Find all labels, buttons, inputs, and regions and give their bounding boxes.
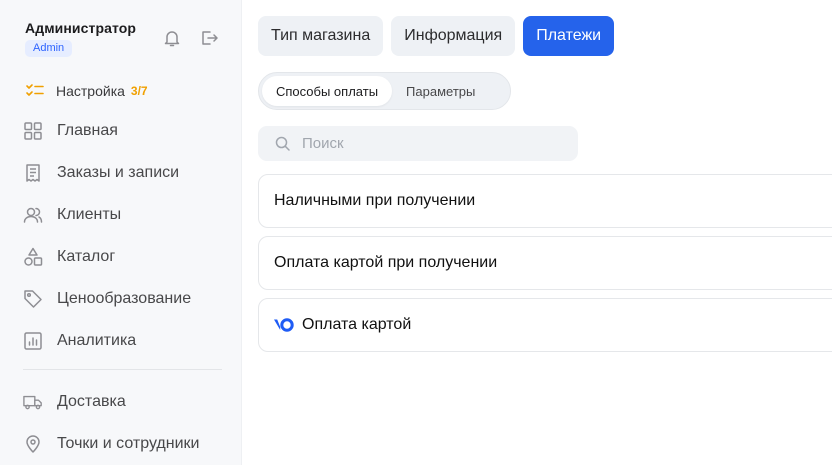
- tab-information[interactable]: Информация: [391, 16, 516, 56]
- sidebar-item-label: Заказы и записи: [57, 164, 180, 181]
- grid-icon: [23, 121, 43, 141]
- sidebar-item-label: Каталог: [57, 248, 116, 265]
- segment-parameters[interactable]: Параметры: [392, 76, 489, 106]
- setup-label: Настройка: [56, 83, 125, 99]
- tab-payments[interactable]: Платежи: [523, 16, 615, 56]
- search-input[interactable]: [302, 135, 562, 152]
- search-icon: [275, 136, 290, 151]
- sidebar-item-locations[interactable]: Точки и сотрудники: [23, 432, 199, 456]
- payment-method-label: Оплата картой при получении: [274, 254, 498, 271]
- yookassa-logo-icon: [274, 318, 294, 332]
- settings-tabs: Тип магазина Информация Платежи: [258, 16, 615, 56]
- sidebar-item-label: Клиенты: [57, 206, 122, 223]
- sidebar: Администратор Admin Настройка 3/7 Главна…: [0, 0, 242, 465]
- segment-payment-methods[interactable]: Способы оплаты: [262, 76, 393, 106]
- payment-method-label: Наличными при получении: [274, 192, 476, 209]
- bell-icon[interactable]: [162, 28, 182, 48]
- receipt-icon: [23, 163, 43, 183]
- payment-method-label: Оплата картой: [302, 316, 412, 333]
- sidebar-item-label: Главная: [57, 122, 118, 139]
- payment-method-card-on-delivery[interactable]: Оплата картой при получении: [258, 236, 832, 290]
- sidebar-divider: [23, 369, 222, 370]
- users-icon: [23, 205, 43, 225]
- truck-icon: [23, 392, 43, 412]
- checklist-icon: [25, 81, 45, 101]
- sidebar-item-label: Доставка: [57, 393, 126, 410]
- logout-icon[interactable]: [199, 28, 219, 48]
- sidebar-item-catalog[interactable]: Каталог: [23, 245, 115, 269]
- sidebar-item-pricing[interactable]: Ценообразование: [23, 287, 191, 311]
- sidebar-item-clients[interactable]: Клиенты: [23, 203, 121, 227]
- sidebar-item-label: Ценообразование: [57, 290, 192, 307]
- sidebar-item-home[interactable]: Главная: [23, 119, 118, 143]
- role-badge: Admin: [25, 40, 73, 57]
- setup-item[interactable]: Настройка 3/7: [25, 81, 148, 101]
- setup-progress: 3/7: [130, 84, 148, 98]
- user-block: Администратор Admin: [25, 20, 136, 57]
- tab-store-type[interactable]: Тип магазина: [258, 16, 384, 56]
- payment-method-card-online[interactable]: Оплата картой: [258, 298, 832, 352]
- location-pin-icon: [23, 434, 43, 454]
- tag-icon: [23, 289, 43, 309]
- sidebar-item-delivery[interactable]: Доставка: [23, 390, 126, 414]
- payment-method-cash[interactable]: Наличными при получении: [258, 174, 832, 228]
- shapes-icon: [23, 247, 43, 267]
- search-box: [258, 126, 578, 161]
- sidebar-item-label: Точки и сотрудники: [57, 435, 200, 452]
- sidebar-item-orders[interactable]: Заказы и записи: [23, 161, 179, 185]
- sidebar-item-label: Аналитика: [57, 332, 137, 349]
- sidebar-item-analytics[interactable]: Аналитика: [23, 329, 136, 353]
- chart-icon: [23, 331, 43, 351]
- user-name: Администратор: [25, 20, 137, 36]
- payment-segment-control: Способы оплаты Параметры: [258, 72, 511, 110]
